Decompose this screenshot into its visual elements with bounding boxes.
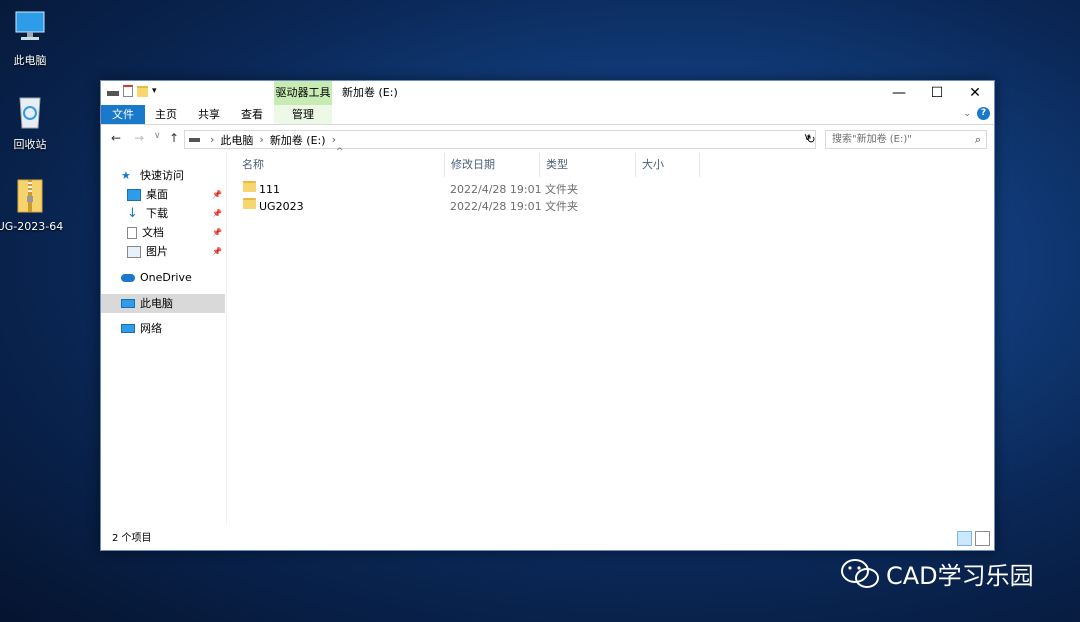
nav-network[interactable]: 网络 <box>121 319 225 338</box>
new-folder-icon[interactable] <box>137 85 148 97</box>
network-icon <box>121 324 135 333</box>
file-type: 文件夹 <box>545 183 578 196</box>
nav-documents[interactable]: 文档 📌 <box>127 223 225 242</box>
watermark-text: CAD学习乐园 <box>886 562 1034 590</box>
item-count: 2 个项目 <box>112 533 152 544</box>
picture-icon <box>127 245 141 258</box>
nav-label: 快速访问 <box>140 169 184 182</box>
nav-quick-access[interactable]: ★ 快速访问 <box>121 166 225 185</box>
address-row: ← → ∨ ↑ › 此电脑 › 新加卷 (E:) › ∨ ↻ 搜索"新加卷 (E… <box>101 125 994 153</box>
nav-label: 桌面 <box>146 188 168 201</box>
pin-icon: 📌 <box>212 190 222 199</box>
file-date: 2022/4/28 19:01 <box>450 183 542 196</box>
nav-onedrive[interactable]: OneDrive <box>121 268 225 287</box>
desktop-icon-ug[interactable]: UG-2023-64 <box>0 176 65 233</box>
pin-icon: 📌 <box>212 247 222 256</box>
file-date: 2022/4/28 19:01 <box>450 200 542 213</box>
nav-label: 图片 <box>146 245 168 258</box>
nav-desktop[interactable]: 桌面 📌 <box>127 185 225 204</box>
nav-pictures[interactable]: 图片 📌 <box>127 242 225 261</box>
close-button[interactable]: ✕ <box>956 81 994 105</box>
desktop-icon-this-pc[interactable]: 此电脑 <box>0 8 65 68</box>
title-bar: ▾ 驱动器工具 新加卷 (E:) — ☐ ✕ <box>101 81 994 105</box>
table-row[interactable]: UG2023 2022/4/28 19:01 文件夹 <box>228 198 994 215</box>
cloud-icon <box>121 273 135 282</box>
search-icon: ⌕ <box>974 133 981 146</box>
large-icons-view-icon[interactable] <box>975 531 990 546</box>
pin-icon: 📌 <box>212 209 222 218</box>
tab-share[interactable]: 共享 <box>194 105 224 124</box>
search-input[interactable]: 搜索"新加卷 (E:)" ⌕ <box>825 130 987 149</box>
ribbon-tabs: 文件 主页 共享 查看 管理 ⌄ ? <box>101 105 994 125</box>
drive-tools-header: 驱动器工具 <box>274 81 332 105</box>
tab-file[interactable]: 文件 <box>101 105 145 124</box>
file-list: ^ 名称 修改日期 类型 大小 111 2022/4/28 19:01 文件夹 … <box>228 147 994 525</box>
customize-qat-icon[interactable]: ▾ <box>152 86 157 96</box>
explorer-window: ▾ 驱动器工具 新加卷 (E:) — ☐ ✕ 文件 主页 共享 查看 管理 ⌄ … <box>100 80 995 551</box>
properties-icon[interactable] <box>123 85 133 97</box>
desktop-icon <box>127 188 141 201</box>
expand-ribbon-icon[interactable]: ⌄ <box>963 109 971 119</box>
window-title: 新加卷 (E:) <box>342 86 398 99</box>
column-header-date[interactable]: 修改日期 <box>445 153 540 177</box>
document-icon <box>127 226 137 239</box>
pin-icon: 📌 <box>212 228 222 237</box>
desktop-icon-label: 此电脑 <box>13 54 47 67</box>
folder-icon <box>243 181 256 192</box>
drive-icon <box>107 90 119 96</box>
recycle-bin-icon <box>10 92 50 132</box>
zip-folder-icon <box>10 176 50 216</box>
recent-chevron-icon[interactable]: ∨ <box>154 131 161 141</box>
column-header-name[interactable]: 名称 <box>236 153 445 177</box>
computer-icon <box>121 299 135 308</box>
wechat-icon <box>840 558 880 590</box>
file-name: UG2023 <box>259 200 304 213</box>
star-icon: ★ <box>121 168 131 182</box>
file-type: 文件夹 <box>545 200 578 213</box>
tab-view[interactable]: 查看 <box>237 105 267 124</box>
status-bar: 2 个项目 <box>101 528 994 550</box>
details-view-icon[interactable] <box>957 531 972 546</box>
breadcrumb-separator-icon[interactable]: › <box>332 133 336 146</box>
help-icon[interactable]: ? <box>977 107 990 120</box>
computer-icon <box>10 8 50 48</box>
address-bar[interactable]: › 此电脑 › 新加卷 (E:) › ∨ <box>184 130 816 149</box>
nav-label: 此电脑 <box>140 297 173 310</box>
file-name: 111 <box>259 183 280 196</box>
nav-label: 下载 <box>146 207 168 220</box>
breadcrumb-drive-e[interactable]: 新加卷 (E:) <box>270 132 326 148</box>
maximize-button[interactable]: ☐ <box>918 81 956 105</box>
minimize-button[interactable]: — <box>880 81 918 105</box>
breadcrumb-this-pc[interactable]: 此电脑 <box>220 132 253 148</box>
search-placeholder: 搜索"新加卷 (E:)" <box>832 134 912 145</box>
refresh-icon[interactable]: ↻ <box>802 130 820 149</box>
column-header-size[interactable]: 大小 <box>636 153 700 177</box>
tab-home[interactable]: 主页 <box>151 105 181 124</box>
watermark: CAD学习乐园 <box>840 556 1034 591</box>
back-arrow-icon[interactable]: ← <box>111 131 121 145</box>
download-arrow-icon: ↓ <box>127 205 138 221</box>
table-row[interactable]: 111 2022/4/28 19:01 文件夹 <box>228 181 994 198</box>
folder-icon <box>243 198 256 209</box>
breadcrumb-separator-icon[interactable]: › <box>259 133 263 146</box>
up-arrow-icon[interactable]: ↑ <box>169 131 179 145</box>
nav-label: OneDrive <box>140 271 192 284</box>
nav-downloads[interactable]: ↓ 下载 📌 <box>127 204 225 223</box>
quick-access-toolbar: ▾ <box>107 85 157 97</box>
desktop-icon-recycle-bin[interactable]: 回收站 <box>0 92 65 152</box>
navigation-pane: ★ 快速访问 桌面 📌 ↓ 下载 📌 文档 📌 图片 📌 OneDrive 此电… <box>101 153 227 525</box>
desktop-icon-label: 回收站 <box>13 138 47 151</box>
nav-label: 网络 <box>140 322 162 335</box>
drive-icon <box>189 137 200 142</box>
breadcrumb-separator-icon[interactable]: › <box>210 133 214 146</box>
desktop-icon-label: UG-2023-64 <box>0 220 64 233</box>
tab-manage[interactable]: 管理 <box>274 105 332 124</box>
nav-this-pc[interactable]: 此电脑 <box>101 294 225 313</box>
forward-arrow-icon[interactable]: → <box>134 131 144 145</box>
column-header-type[interactable]: 类型 <box>540 153 636 177</box>
nav-label: 文档 <box>142 226 164 239</box>
